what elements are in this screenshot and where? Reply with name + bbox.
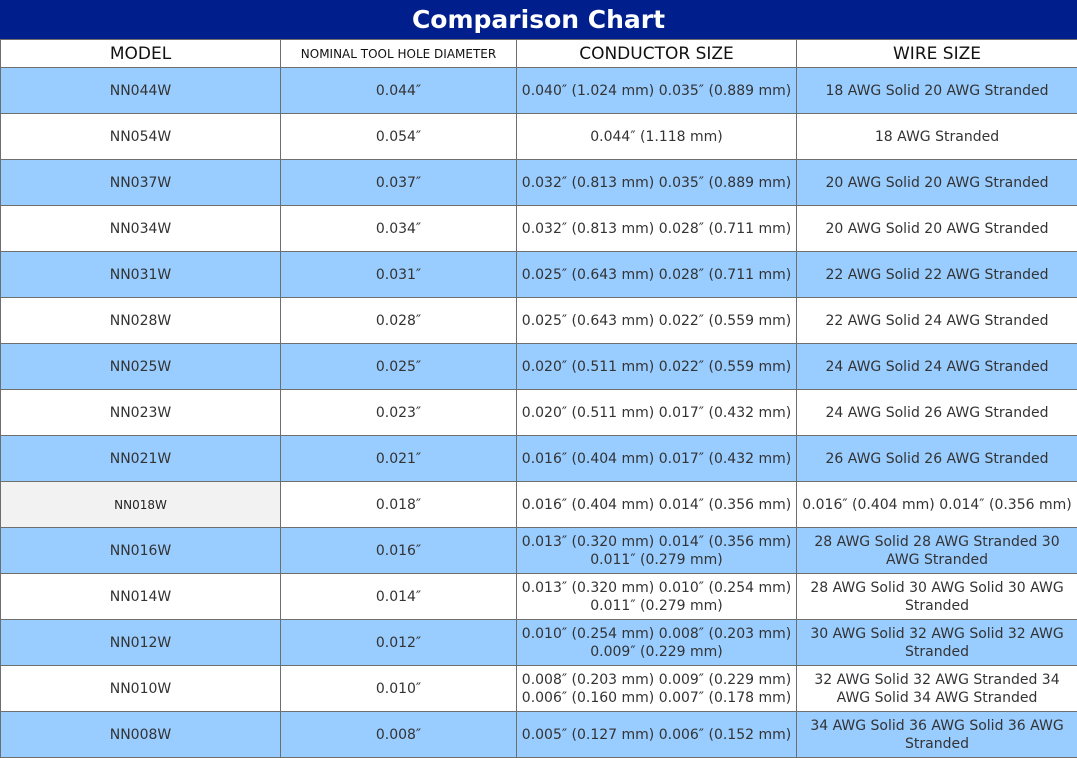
table-row: NN025W 0.025″ 0.020″ (0.511 mm) 0.022″ (0.… <box>0 343 1077 390</box>
cell-model: NN034W <box>0 205 281 252</box>
cell-wire: 26 AWG Solid 26 AWG Stranded <box>796 435 1077 482</box>
cell-conductor: 0.016″ (0.404 mm) 0.014″ (0.356 mm) <box>516 481 797 528</box>
cell-conductor: 0.016″ (0.404 mm) 0.017″ (0.432 mm) <box>516 435 797 482</box>
comparison-table: MODEL NOMINAL TOOL HOLE DIAMETER CONDUCT… <box>0 39 1077 758</box>
table-row: NN021W 0.021″ 0.016″ (0.404 mm) 0.017″ (0.… <box>0 435 1077 482</box>
cell-wire: 20 AWG Solid 20 AWG Stranded <box>796 205 1077 252</box>
cell-wire: 0.016″ (0.404 mm) 0.014″ (0.356 mm) <box>796 481 1077 528</box>
table-row: NN054W 0.054″ 0.044″ (1.118 mm) 18 AWG Stra… <box>0 113 1077 160</box>
header-wire-size: WIRE SIZE <box>796 39 1077 68</box>
cell-conductor: 0.040″ (1.024 mm) 0.035″ (0.889 mm) <box>516 67 797 114</box>
header-hole-diameter: NOMINAL TOOL HOLE DIAMETER <box>280 39 517 68</box>
cell-hole: 0.028″ <box>280 297 517 344</box>
cell-model: NN025W <box>0 343 281 390</box>
chart-title: Comparison Chart <box>0 0 1077 39</box>
cell-hole: 0.025″ <box>280 343 517 390</box>
cell-wire: 18 AWG Stranded <box>796 113 1077 160</box>
cell-model: NN044W <box>0 67 281 114</box>
cell-hole: 0.054″ <box>280 113 517 160</box>
cell-wire: 22 AWG Solid 22 AWG Stranded <box>796 251 1077 298</box>
cell-conductor: 0.025″ (0.643 mm) 0.028″ (0.711 mm) <box>516 251 797 298</box>
table-row: NN008W 0.008″ 0.005″ (0.127 mm) 0.006″ (0.… <box>0 711 1077 758</box>
cell-model: NN008W <box>0 711 281 758</box>
cell-hole: 0.023″ <box>280 389 517 436</box>
table-body: NN044W 0.044″ 0.040″ (1.024 mm) 0.035″ (0.… <box>0 67 1077 758</box>
table-row: NN037W 0.037″ 0.032″ (0.813 mm) 0.035″ (0.… <box>0 159 1077 206</box>
table-row: NN016W 0.016″ 0.013″ (0.320 mm) 0.014″ (0.… <box>0 527 1077 574</box>
table-row: NN034W 0.034″ 0.032″ (0.813 mm) 0.028″ (0.… <box>0 205 1077 252</box>
cell-hole: 0.031″ <box>280 251 517 298</box>
comparison-chart: Comparison Chart MODEL NOMINAL TOOL HOLE… <box>0 0 1077 758</box>
cell-model: NN010W <box>0 665 281 712</box>
cell-hole: 0.044″ <box>280 67 517 114</box>
cell-model: NN016W <box>0 527 281 574</box>
cell-conductor: 0.044″ (1.118 mm) <box>516 113 797 160</box>
cell-model: NN021W <box>0 435 281 482</box>
cell-wire: 24 AWG Solid 26 AWG Stranded <box>796 389 1077 436</box>
cell-wire: 30 AWG Solid 32 AWG Solid 32 AWG Strande… <box>796 619 1077 666</box>
cell-model: NN018W <box>0 481 281 528</box>
header-conductor-size: CONDUCTOR SIZE <box>516 39 797 68</box>
header-row: MODEL NOMINAL TOOL HOLE DIAMETER CONDUCT… <box>0 39 1077 68</box>
cell-wire: 28 AWG Solid 30 AWG Solid 30 AWG Strande… <box>796 573 1077 620</box>
cell-wire: 34 AWG Solid 36 AWG Solid 36 AWG Strande… <box>796 711 1077 758</box>
cell-hole: 0.018″ <box>280 481 517 528</box>
cell-wire: 20 AWG Solid 20 AWG Stranded <box>796 159 1077 206</box>
cell-wire: 18 AWG Solid 20 AWG Stranded <box>796 67 1077 114</box>
cell-model: NN031W <box>0 251 281 298</box>
table-row: NN018W 0.018″ 0.016″ (0.404 mm) 0.014″ (0.… <box>0 481 1077 528</box>
cell-hole: 0.021″ <box>280 435 517 482</box>
cell-hole: 0.034″ <box>280 205 517 252</box>
cell-hole: 0.037″ <box>280 159 517 206</box>
table-row: NN010W 0.010″ 0.008″ (0.203 mm) 0.009″ (0.… <box>0 665 1077 712</box>
table-row: NN014W 0.014″ 0.013″ (0.320 mm) 0.010″ (0.… <box>0 573 1077 620</box>
cell-model: NN023W <box>0 389 281 436</box>
table-row: NN012W 0.012″ 0.010″ (0.254 mm) 0.008″ (0.… <box>0 619 1077 666</box>
cell-conductor: 0.032″ (0.813 mm) 0.035″ (0.889 mm) <box>516 159 797 206</box>
cell-conductor: 0.008″ (0.203 mm) 0.009″ (0.229 mm) 0.00… <box>516 665 797 712</box>
cell-conductor: 0.032″ (0.813 mm) 0.028″ (0.711 mm) <box>516 205 797 252</box>
cell-hole: 0.016″ <box>280 527 517 574</box>
cell-conductor: 0.013″ (0.320 mm) 0.014″ (0.356 mm) 0.01… <box>516 527 797 574</box>
cell-model: NN054W <box>0 113 281 160</box>
cell-hole: 0.010″ <box>280 665 517 712</box>
cell-model: NN028W <box>0 297 281 344</box>
cell-wire: 22 AWG Solid 24 AWG Stranded <box>796 297 1077 344</box>
table-row: NN044W 0.044″ 0.040″ (1.024 mm) 0.035″ (0.… <box>0 67 1077 114</box>
cell-conductor: 0.020″ (0.511 mm) 0.022″ (0.559 mm) <box>516 343 797 390</box>
header-model: MODEL <box>0 39 281 68</box>
table-row: NN023W 0.023″ 0.020″ (0.511 mm) 0.017″ (0.… <box>0 389 1077 436</box>
cell-conductor: 0.013″ (0.320 mm) 0.010″ (0.254 mm) 0.01… <box>516 573 797 620</box>
table-row: NN031W 0.031″ 0.025″ (0.643 mm) 0.028″ (0.… <box>0 251 1077 298</box>
cell-conductor: 0.005″ (0.127 mm) 0.006″ (0.152 mm) <box>516 711 797 758</box>
cell-wire: 32 AWG Solid 32 AWG Stranded 34 AWG Soli… <box>796 665 1077 712</box>
cell-hole: 0.012″ <box>280 619 517 666</box>
cell-hole: 0.008″ <box>280 711 517 758</box>
table-row: NN028W 0.028″ 0.025″ (0.643 mm) 0.022″ (0.… <box>0 297 1077 344</box>
cell-hole: 0.014″ <box>280 573 517 620</box>
cell-model: NN012W <box>0 619 281 666</box>
cell-wire: 24 AWG Solid 24 AWG Stranded <box>796 343 1077 390</box>
cell-conductor: 0.010″ (0.254 mm) 0.008″ (0.203 mm) 0.00… <box>516 619 797 666</box>
cell-wire: 28 AWG Solid 28 AWG Stranded 30 AWG Stra… <box>796 527 1077 574</box>
cell-conductor: 0.020″ (0.511 mm) 0.017″ (0.432 mm) <box>516 389 797 436</box>
cell-conductor: 0.025″ (0.643 mm) 0.022″ (0.559 mm) <box>516 297 797 344</box>
cell-model: NN037W <box>0 159 281 206</box>
cell-model: NN014W <box>0 573 281 620</box>
